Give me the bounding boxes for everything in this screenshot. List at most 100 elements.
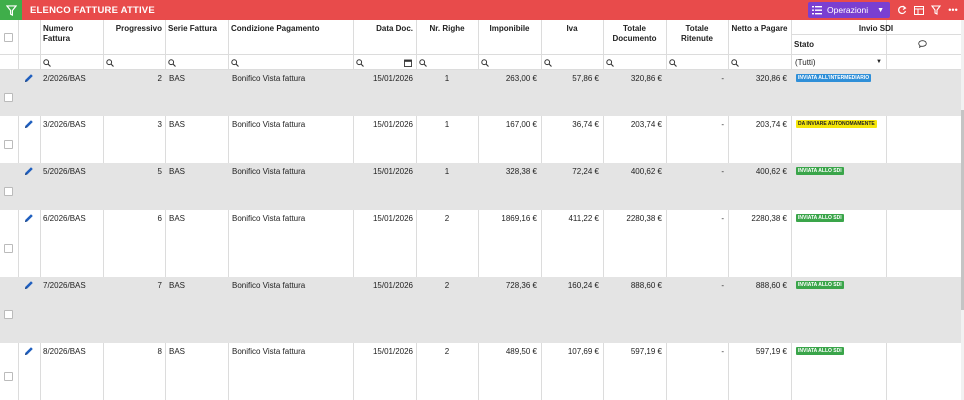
search-icon[interactable] bbox=[541, 56, 552, 70]
row-checkbox[interactable] bbox=[4, 372, 13, 381]
header-netto-a-pagare[interactable]: Netto a Pagare bbox=[728, 20, 791, 54]
calendar-icon[interactable] bbox=[401, 56, 412, 70]
cell-data: 15/01/2026 bbox=[372, 214, 413, 223]
cell-netto: 320,86 € bbox=[755, 74, 787, 83]
row-checkbox[interactable] bbox=[4, 244, 13, 253]
header-numero-fattura[interactable]: Numero Fattura bbox=[40, 20, 103, 54]
row-checkbox[interactable] bbox=[4, 187, 13, 196]
cell-imponibile: 489,50 € bbox=[505, 347, 537, 356]
more-options-icon[interactable]: ••• bbox=[946, 3, 960, 17]
cell-data: 15/01/2026 bbox=[372, 347, 413, 356]
table-row[interactable]: 2/2026/BAS 2 BAS Bonifico Vista fattura 15/0… bbox=[0, 70, 961, 116]
chevron-down-icon: ▼ bbox=[877, 6, 885, 14]
cell-iva: 411,22 € bbox=[568, 214, 599, 223]
cell-condizione: Bonifico Vista fattura bbox=[232, 281, 306, 290]
cell-imponibile: 728,36 € bbox=[505, 281, 537, 290]
chevron-down-icon: ▼ bbox=[876, 59, 882, 65]
status-badge: DA INVIARE AUTONOMAMENTE bbox=[796, 120, 877, 128]
header-data-doc[interactable]: Data Doc. bbox=[353, 20, 416, 54]
cell-ritenute: - bbox=[721, 167, 724, 176]
cell-progressivo: 5 bbox=[157, 167, 162, 176]
cell-ritenute: - bbox=[721, 74, 724, 83]
table-row[interactable]: 7/2026/BAS 7 BAS Bonifico Vista fattura 15/0… bbox=[0, 277, 961, 343]
cell-data: 15/01/2026 bbox=[372, 281, 413, 290]
header-totale-ritenute[interactable]: Totale Ritenute bbox=[666, 20, 728, 54]
cell-data: 15/01/2026 bbox=[372, 167, 413, 176]
search-icon[interactable] bbox=[728, 56, 739, 70]
search-icon[interactable] bbox=[353, 56, 364, 70]
header-stato[interactable]: Stato bbox=[791, 37, 886, 51]
cell-numero: 7/2026/BAS bbox=[43, 281, 86, 290]
cell-condizione: Bonifico Vista fattura bbox=[232, 214, 306, 223]
cell-progressivo: 8 bbox=[157, 347, 162, 356]
search-icon[interactable] bbox=[165, 56, 176, 70]
search-icon[interactable] bbox=[103, 56, 114, 70]
cell-progressivo: 6 bbox=[157, 214, 162, 223]
row-checkbox[interactable] bbox=[4, 140, 13, 149]
search-icon[interactable] bbox=[603, 56, 614, 70]
row-checkbox[interactable] bbox=[4, 93, 13, 102]
pencil-edit-icon[interactable] bbox=[24, 213, 34, 225]
header-imponibile[interactable]: Imponibile bbox=[478, 20, 541, 54]
header-iva[interactable]: Iva bbox=[541, 20, 603, 54]
cell-data: 15/01/2026 bbox=[372, 120, 413, 129]
cell-condizione: Bonifico Vista fattura bbox=[232, 167, 306, 176]
pencil-edit-icon[interactable] bbox=[24, 73, 34, 85]
cell-iva: 160,24 € bbox=[567, 281, 599, 290]
list-icon bbox=[812, 5, 822, 14]
header-totale-documento[interactable]: Totale Documento bbox=[603, 20, 666, 54]
search-icon[interactable] bbox=[478, 56, 489, 70]
cell-righe: 1 bbox=[444, 120, 450, 129]
pencil-edit-icon[interactable] bbox=[24, 166, 34, 178]
cell-totale: 203,74 € bbox=[630, 120, 662, 129]
cell-serie: BAS bbox=[169, 281, 186, 290]
row-checkbox[interactable] bbox=[4, 310, 13, 319]
cell-imponibile: 328,38 € bbox=[505, 167, 537, 176]
cell-iva: 72,24 € bbox=[572, 167, 599, 176]
status-badge: INVIATA ALLO SDI bbox=[796, 214, 844, 222]
search-icon[interactable] bbox=[666, 56, 677, 70]
header-nr-righe[interactable]: Nr. Righe bbox=[416, 20, 478, 54]
cell-totale: 888,60 € bbox=[630, 281, 662, 290]
table-columns-icon[interactable] bbox=[912, 3, 926, 17]
filter-funnel-icon bbox=[5, 4, 17, 16]
cell-imponibile: 1869,16 € bbox=[501, 214, 537, 223]
pencil-edit-icon[interactable] bbox=[24, 119, 34, 131]
cell-condizione: Bonifico Vista fattura bbox=[232, 120, 306, 129]
status-badge: INVIATA ALLO SDI bbox=[796, 347, 844, 355]
cell-condizione: Bonifico Vista fattura bbox=[232, 347, 306, 356]
header-totale-line2: Documento bbox=[612, 34, 657, 43]
select-all-checkbox[interactable] bbox=[4, 33, 13, 42]
cell-serie: BAS bbox=[169, 167, 186, 176]
stato-filter-select[interactable]: (Tutti) ▼ bbox=[793, 55, 886, 69]
cell-serie: BAS bbox=[169, 74, 186, 83]
cell-totale: 400,62 € bbox=[630, 167, 662, 176]
filter-toggle-button[interactable] bbox=[0, 0, 22, 20]
header-totale-line1: Totale bbox=[623, 24, 646, 33]
pencil-edit-icon[interactable] bbox=[24, 280, 34, 292]
table-row[interactable]: 8/2026/BAS 8 BAS Bonifico Vista fattura 15/0… bbox=[0, 343, 961, 400]
search-icon[interactable] bbox=[228, 56, 239, 70]
invoices-grid: Numero Fattura Progressivo Serie Fattura… bbox=[0, 20, 961, 400]
header-progressivo[interactable]: Progressivo bbox=[103, 20, 165, 54]
cell-righe: 2 bbox=[444, 347, 450, 356]
filter-icon[interactable] bbox=[929, 3, 943, 17]
cell-righe: 1 bbox=[444, 167, 450, 176]
cell-imponibile: 167,00 € bbox=[505, 120, 537, 129]
pencil-edit-icon[interactable] bbox=[24, 346, 34, 358]
cell-righe: 2 bbox=[444, 281, 450, 290]
header-condizione-pagamento[interactable]: Condizione Pagamento bbox=[228, 20, 353, 54]
operations-button[interactable]: Operazioni ▼ bbox=[808, 2, 890, 18]
table-row[interactable]: 3/2026/BAS 3 BAS Bonifico Vista fattura 15/0… bbox=[0, 116, 961, 163]
search-icon[interactable] bbox=[40, 56, 51, 70]
cell-imponibile: 263,00 € bbox=[505, 74, 537, 83]
cell-netto: 203,74 € bbox=[755, 120, 787, 129]
refresh-icon[interactable] bbox=[895, 3, 909, 17]
comment-icon[interactable] bbox=[918, 40, 927, 50]
table-row[interactable]: 5/2026/BAS 5 BAS Bonifico Vista fattura 15/0… bbox=[0, 163, 961, 210]
cell-netto: 400,62 € bbox=[755, 167, 787, 176]
table-row[interactable]: 6/2026/BAS 6 BAS Bonifico Vista fattura 15/0… bbox=[0, 210, 961, 277]
header-serie-fattura[interactable]: Serie Fattura bbox=[165, 20, 228, 54]
search-icon[interactable] bbox=[416, 56, 427, 70]
cell-iva: 36,74 € bbox=[572, 120, 599, 129]
